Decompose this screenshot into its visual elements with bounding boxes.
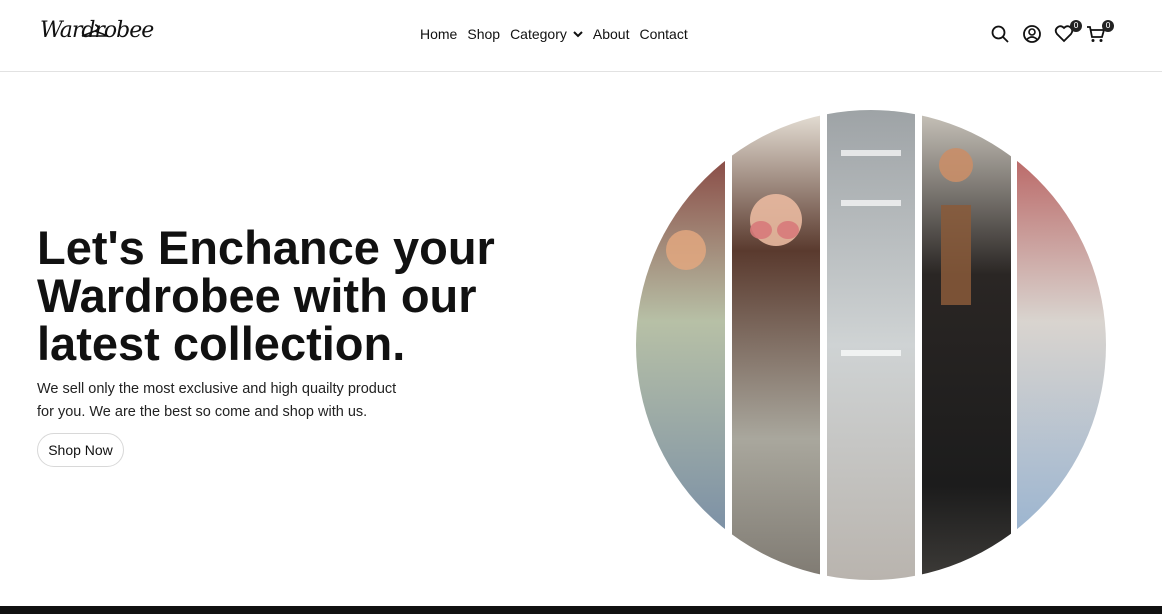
nav-home[interactable]: Home — [420, 26, 457, 42]
search-icon — [991, 25, 1009, 43]
brand-logo[interactable]: Wardrobee — [40, 14, 154, 58]
user-circle-icon — [1023, 25, 1041, 43]
collage-strip-woman-sunglasses — [732, 110, 820, 580]
collage-strip-woman-casual — [636, 110, 725, 580]
nav-about[interactable]: About — [593, 26, 630, 42]
collage-strip-man-suit — [922, 110, 1011, 580]
hanger-icon — [81, 24, 109, 37]
nav-contact[interactable]: Contact — [639, 26, 687, 42]
account-button[interactable] — [1022, 24, 1044, 46]
collage-strip-shopping-cart — [1017, 110, 1106, 580]
shop-now-button[interactable]: Shop Now — [37, 433, 124, 467]
nav-shop[interactable]: Shop — [467, 26, 500, 42]
chevron-down-icon — [573, 31, 583, 38]
wishlist-count-badge: 0 — [1070, 20, 1082, 32]
collage-strip-wardrobe-closet — [827, 110, 915, 580]
cart-button[interactable]: 0 — [1086, 20, 1114, 46]
wishlist-button[interactable]: 0 — [1054, 20, 1082, 46]
search-button[interactable] — [990, 24, 1012, 46]
next-section-edge — [0, 606, 1162, 614]
hero-title: Let's Enchance your Wardrobee with our l… — [37, 221, 495, 370]
main-nav: Home Shop Category About Contact — [420, 26, 698, 42]
nav-category[interactable]: Category — [510, 26, 583, 42]
hero-description: We sell only the most exclusive and high… — [37, 381, 397, 420]
site-header: Wardrobee Home Shop Category About Conta… — [0, 0, 1162, 72]
cart-count-badge: 0 — [1102, 20, 1114, 32]
hero-image-collage — [636, 110, 1106, 580]
header-actions: 0 0 — [990, 20, 1118, 46]
